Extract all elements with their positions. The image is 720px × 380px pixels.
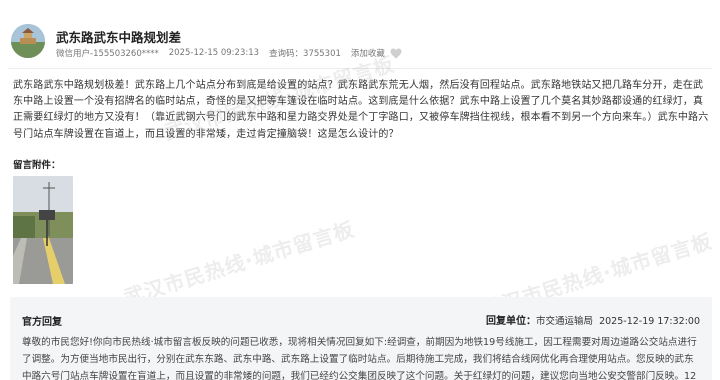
post-content: 武东路武东中路规划极差！武东路上几个站点分布到底是给设置的站点？武东路武东荒无人… — [13, 80, 709, 140]
heart-icon — [390, 48, 402, 58]
header-divider — [8, 68, 712, 69]
reply-content: 尊敬的市民您好!你向市民热线·城市留言板反映的问题已收悉，现将相关情况回复如下:… — [22, 337, 697, 380]
post-meta: 微信用户-155503260**** 2025-12-15 09:23:13 查… — [56, 47, 402, 59]
query-code-value: 3755301 — [303, 49, 341, 59]
attachments-label: 留言附件： — [13, 160, 61, 171]
official-reply: 官方回复 回复单位：市交通运输局 2025-12-19 17:32:00 尊敬的… — [10, 297, 712, 380]
reply-meta: 回复单位：市交通运输局 2025-12-19 17:32:00 — [486, 312, 700, 327]
favorite-button[interactable]: 添加收藏 — [351, 47, 402, 59]
favorite-label: 添加收藏 — [350, 49, 385, 59]
author-name: 微信用户-155503260**** — [56, 49, 159, 59]
reply-label: 官方回复 — [22, 317, 62, 328]
avatar — [11, 24, 45, 58]
reply-datetime: 2025-12-19 17:32:00 — [599, 316, 700, 327]
reply-unit-label: 回复单位： — [486, 316, 537, 327]
query-code: 查询码：3755301 — [269, 47, 341, 59]
post-datetime: 2025-12-15 09:23:13 — [168, 48, 260, 58]
post-title: 武东路武东中路规划差 — [56, 30, 182, 45]
attachment-image[interactable] — [13, 176, 73, 284]
query-code-label: 查询码： — [269, 49, 304, 59]
reply-unit: 市交通运输局 — [536, 316, 594, 327]
post-header: 武东路武东中路规划差 微信用户-155503260**** 2025-12-15… — [0, 0, 720, 70]
